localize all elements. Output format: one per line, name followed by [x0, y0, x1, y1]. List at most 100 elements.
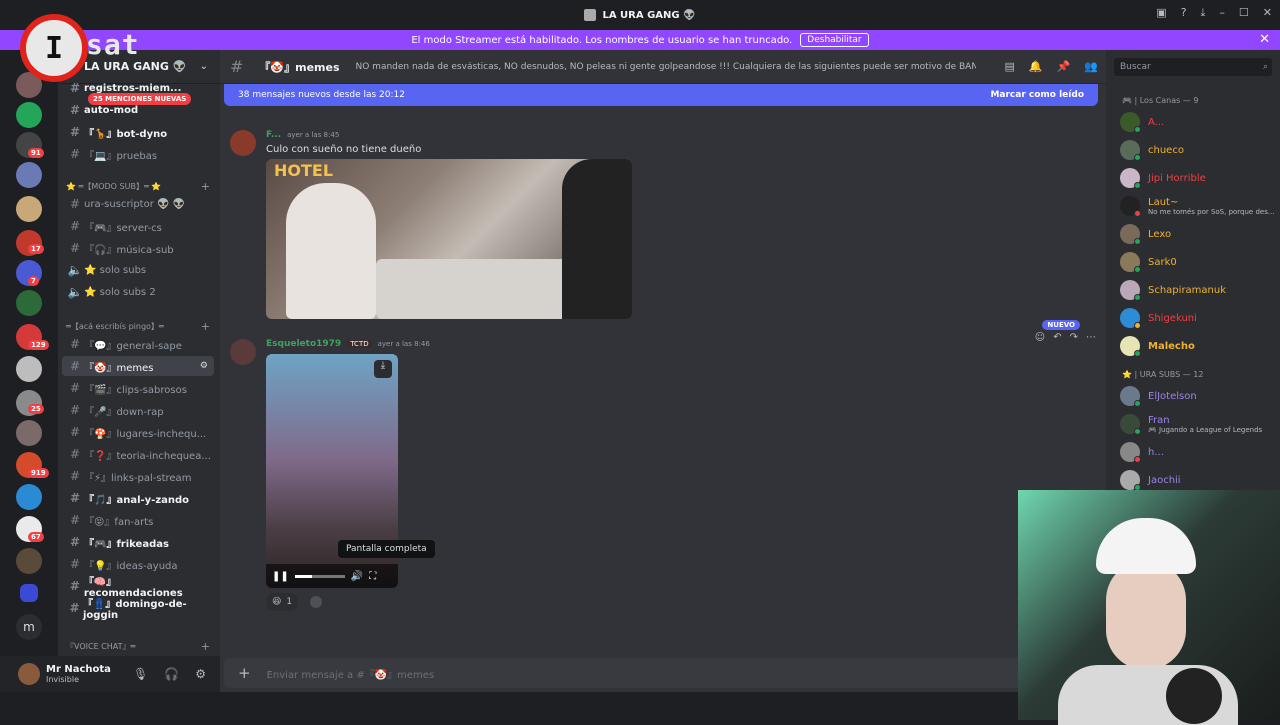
server-icon-14[interactable]: [16, 484, 42, 510]
channel-registros[interactable]: # registros-miem...: [62, 78, 214, 98]
download-icon[interactable]: ⤓: [374, 360, 392, 378]
members-icon[interactable]: 👥: [1084, 60, 1098, 73]
channel-domingo-de-joggin[interactable]: # 『👖』domingo-de-joggin: [62, 598, 214, 621]
member-item[interactable]: h...: [1120, 442, 1164, 463]
webcam-overlay: [1018, 490, 1280, 725]
maximize-icon[interactable]: ☐: [1239, 6, 1249, 20]
member-item[interactable]: Sark0: [1120, 252, 1177, 273]
add-channel-icon[interactable]: +: [201, 320, 210, 333]
member-item[interactable]: Lexo: [1120, 224, 1171, 245]
close-icon[interactable]: ✕: [1263, 6, 1272, 20]
server-icon-8[interactable]: [16, 290, 42, 316]
channel-lugares[interactable]: # 『🍄』lugares-inchequ...: [62, 422, 214, 442]
inbox-icon[interactable]: ▣: [1156, 6, 1166, 20]
channel-anal-y-zando[interactable]: # 『🎵』anal-y-zando: [62, 488, 214, 508]
avatar[interactable]: [230, 130, 256, 156]
composer-placeholder[interactable]: Enviar mensaje a #『🤡』memes: [267, 666, 435, 681]
channel-links[interactable]: # 『⚡』links-pal-stream: [62, 466, 214, 486]
member-item[interactable]: ElJotelson: [1120, 386, 1197, 407]
search-input[interactable]: Buscar ⌕: [1114, 58, 1272, 76]
message-composer[interactable]: + Enviar mensaje a #『🤡』memes 🎁 ▣: [224, 658, 1098, 688]
member-item[interactable]: Schapiramanuk: [1120, 280, 1226, 301]
channel-ideas-ayuda[interactable]: # 『💡』ideas-ayuda: [62, 554, 214, 574]
pause-icon[interactable]: ❚❚: [272, 571, 289, 582]
channel-auto-mod[interactable]: # auto-mod: [62, 100, 214, 120]
add-channel-icon[interactable]: +: [201, 180, 210, 193]
new-messages-bar[interactable]: 38 mensajes nuevos desde las 20:12 Marca…: [224, 84, 1098, 106]
gear-icon[interactable]: ⚙: [195, 667, 206, 681]
channel-memes[interactable]: # 『🤡』memes ⚙: [62, 356, 214, 376]
fullscreen-icon[interactable]: ⛶: [369, 571, 376, 582]
member-item[interactable]: chueco: [1120, 140, 1184, 161]
chevron-down-icon[interactable]: ⌄: [200, 61, 208, 72]
mark-as-read-button[interactable]: Marcar como leído: [990, 90, 1084, 100]
channel-topic[interactable]: NO manden nada de esvásticas, NO desnudo…: [356, 62, 976, 72]
bell-icon[interactable]: 🔔: [1029, 60, 1043, 73]
member-item[interactable]: A...: [1120, 112, 1164, 133]
status-dot: [1134, 428, 1141, 435]
member-item[interactable]: Laut~ No me tomés por SoS, porque des...: [1120, 196, 1275, 217]
message-image[interactable]: HOTEL: [266, 159, 632, 319]
more-icon[interactable]: ⋯: [1086, 332, 1096, 343]
channel-recomendaciones[interactable]: # 『🧠』recomendaciones: [62, 576, 214, 599]
category-aca-escribis[interactable]: ═【acá escribís pingo】═ +: [66, 320, 214, 333]
voice-channel-solo-subs[interactable]: 🔈 ⭐ solo subs: [62, 260, 214, 280]
server-icon-4[interactable]: [16, 162, 42, 188]
channel-bot-dyno[interactable]: # 『🦒』bot-dyno: [62, 122, 214, 142]
server-icon-m[interactable]: m: [16, 614, 42, 640]
channel-fan-arts[interactable]: # 『😝』fan-arts: [62, 510, 214, 530]
microphone-icon[interactable]: 🎙: [133, 667, 148, 681]
message-time: ayer a las 8:46: [377, 340, 430, 348]
forward-icon[interactable]: ↷: [1070, 332, 1078, 343]
add-channel-icon[interactable]: +: [201, 640, 210, 653]
avatar[interactable]: [18, 663, 40, 685]
banner-close-icon[interactable]: ✕: [1259, 32, 1270, 47]
channel-pruebas[interactable]: # 『💻』pruebas: [62, 144, 214, 164]
channel-frikeadas[interactable]: # 『🎮』frikeadas: [62, 532, 214, 552]
status-dot: [1134, 126, 1141, 133]
member-item[interactable]: Jipi Horrible: [1120, 168, 1206, 189]
disable-streamer-button[interactable]: Deshabilitar: [800, 33, 869, 47]
help-icon[interactable]: ?: [1181, 6, 1187, 20]
member-item[interactable]: Shigekuni: [1120, 308, 1197, 329]
folder-icon[interactable]: [20, 584, 38, 602]
channel-settings-icon[interactable]: ⚙: [200, 361, 208, 371]
channel-server-cs[interactable]: # 『🎮』server-cs: [62, 216, 214, 236]
threads-icon[interactable]: ▤: [1004, 60, 1014, 73]
plus-icon[interactable]: +: [238, 664, 251, 682]
channel-general-sape[interactable]: # 『💬』general-sape: [62, 334, 214, 354]
category-modo-sub[interactable]: ⭐ ═【MODO SUB】═ ⭐ +: [66, 180, 214, 193]
server-icon-16[interactable]: [16, 548, 42, 574]
add-reaction-icon[interactable]: ☺: [1035, 332, 1045, 343]
member-name: Laut~: [1148, 196, 1179, 208]
headphones-icon[interactable]: 🎧: [164, 667, 179, 681]
volume-icon[interactable]: 🔊: [351, 571, 363, 582]
channel-musica-sub[interactable]: # 『🎧』música-sub: [62, 238, 214, 258]
reaction-chip[interactable]: 😆 1: [266, 593, 299, 611]
pin-icon[interactable]: 📌: [1057, 60, 1071, 73]
channel-teoria[interactable]: # 『❓』teoria-inchequea...: [62, 444, 214, 464]
message-author[interactable]: Esqueleto1979: [266, 339, 341, 349]
reply-icon[interactable]: ↶: [1053, 332, 1061, 343]
unread-badge: 17: [28, 244, 44, 254]
avatar[interactable]: [230, 339, 256, 365]
category-voice-chat[interactable]: 『VOICE CHAT』═ +: [66, 640, 214, 653]
channel-ura-suscriptor[interactable]: # ura-suscriptor 👽 👽: [62, 194, 214, 214]
message-author[interactable]: F...: [266, 130, 281, 140]
hash-icon: #: [69, 535, 81, 549]
channel-down-rap[interactable]: # 『🎤』down-rap: [62, 400, 214, 420]
video-progress[interactable]: [294, 574, 345, 578]
server-icon: [584, 9, 597, 21]
member-item[interactable]: Fran 🎮 Jugando a League of Legends: [1120, 414, 1262, 435]
server-icon-5[interactable]: [16, 196, 42, 222]
server-icon-10[interactable]: [16, 356, 42, 382]
channel-clips-sabrosos[interactable]: # 『🎬』clips-sabrosos: [62, 378, 214, 398]
server-icon-12[interactable]: [16, 420, 42, 446]
download-icon[interactable]: ⤓: [1201, 6, 1206, 20]
add-reaction-icon[interactable]: [310, 596, 322, 608]
minimize-icon[interactable]: –: [1219, 6, 1225, 20]
member-item[interactable]: Jaochii: [1120, 470, 1181, 491]
server-icon-2[interactable]: [16, 102, 42, 128]
member-item[interactable]: Malecho: [1120, 336, 1195, 357]
voice-channel-solo-subs-2[interactable]: 🔈 ⭐ solo subs 2: [62, 282, 214, 302]
